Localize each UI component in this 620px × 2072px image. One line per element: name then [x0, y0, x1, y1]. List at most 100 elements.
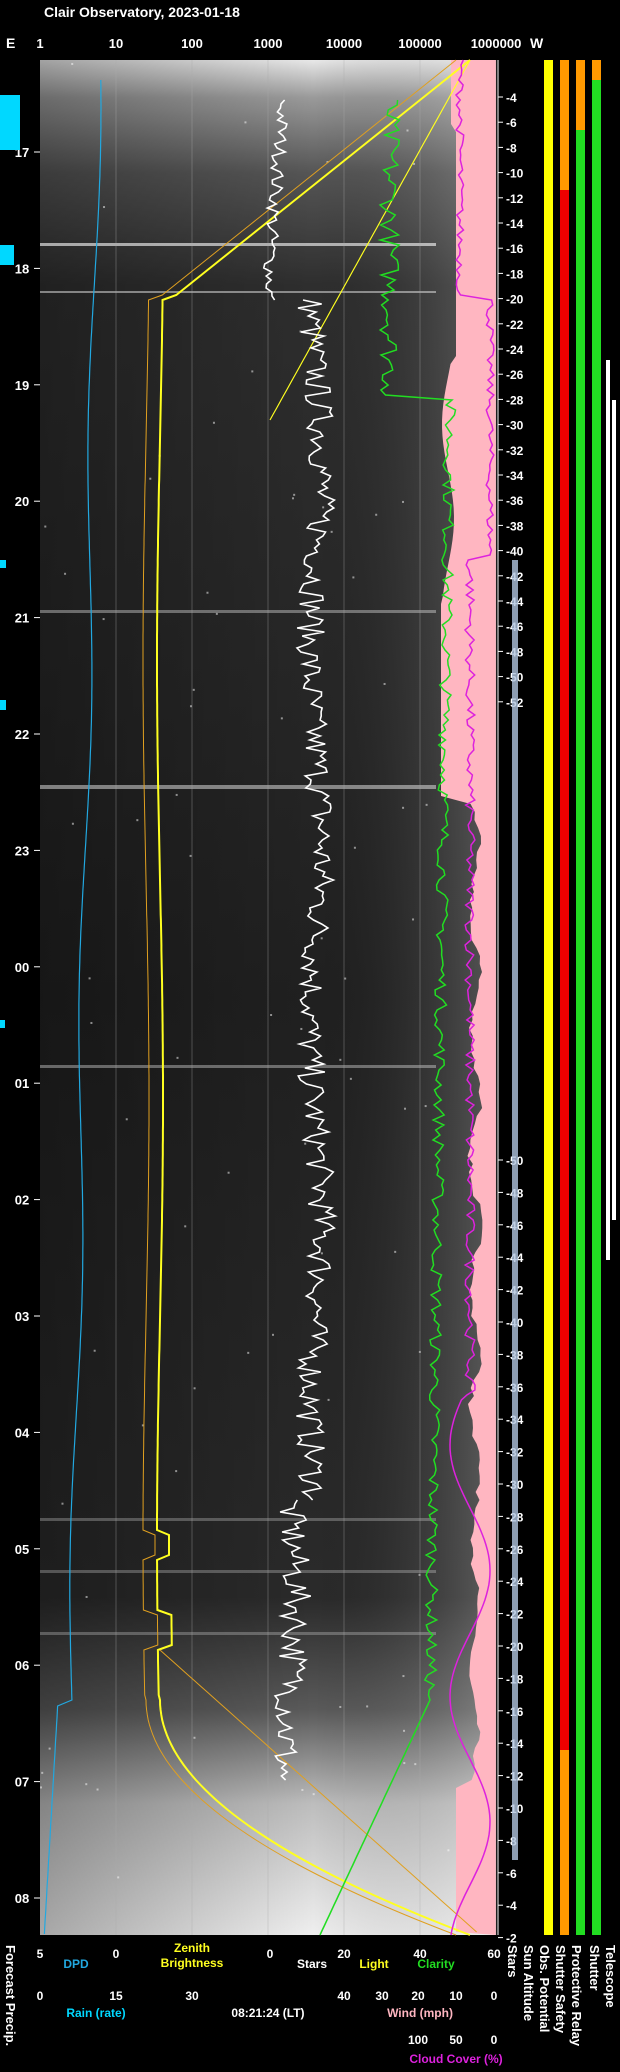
top-tick-10: 10 — [109, 36, 123, 51]
sky-streak-5 — [40, 1518, 436, 1521]
star-speck-42 — [71, 822, 74, 825]
sun-label-top-9: -22 — [506, 318, 524, 332]
bottom-axes: 5 0 DPD Zenith Brightness 0 Stars 20 Lig… — [37, 1941, 503, 2066]
top-tick-1000: 1000 — [254, 36, 283, 51]
star-speck-4 — [349, 1077, 352, 1080]
sun-label-top-15: -34 — [506, 469, 524, 483]
top-tick-10000: 10000 — [326, 36, 362, 51]
star-speck-33 — [394, 1250, 397, 1253]
forecast-precip-bar-1 — [0, 245, 14, 265]
protective-relay-bar — [592, 60, 601, 1935]
star-speck-14 — [414, 1763, 417, 1766]
star-speck-18 — [215, 612, 218, 615]
sun-altitude-axis: -4 -6 -8 -10 -12 -14 -16 -18 -20 -22 -24 -26 -28 -30 -… — [497, 60, 524, 1946]
shutter-safety-bar — [576, 60, 585, 1935]
cloud-tick-100: 100 — [408, 2033, 428, 2047]
sun-label-top-4: -12 — [506, 192, 524, 206]
wind-tick-20: 20 — [411, 1989, 425, 2003]
star-speck-6 — [375, 513, 378, 516]
wind-tick-30: 30 — [375, 1989, 389, 2003]
star-speck-20 — [339, 1705, 342, 1708]
cloud-tick-50: 50 — [449, 2033, 463, 2047]
sun-label-top-18: -40 — [506, 545, 524, 559]
sun-label-top-8: -20 — [506, 293, 524, 307]
star-speck-30 — [176, 1056, 179, 1059]
sky-streak-1 — [40, 291, 436, 293]
sun-label-top-5: -14 — [506, 217, 524, 231]
top-tick-100: 100 — [181, 36, 203, 51]
rain-tick-0: 0 — [37, 1989, 44, 2003]
stars-axis-label: Stars — [297, 1957, 327, 1971]
cloud-tick-0: 0 — [491, 2033, 498, 2047]
protective-relay-label: Protective Relay — [569, 1945, 584, 2047]
star-speck-36 — [425, 803, 428, 806]
observatory-chart: Clair Observatory, 2023-01-18 E W 1 10 100… — [0, 4, 618, 2066]
dpd-label: DPD — [63, 1957, 89, 1971]
star-speck-58 — [88, 977, 91, 980]
sun-label-top-3: -10 — [506, 167, 524, 181]
rain-tick-15: 15 — [109, 1989, 123, 2003]
shutter-safety-orange — [576, 60, 585, 130]
star-speck-65 — [125, 1118, 128, 1121]
star-speck-69 — [85, 1783, 88, 1786]
stars-vertical-label: Stars — [505, 1945, 520, 1978]
star-speck-11 — [90, 1021, 93, 1024]
sun-label-top-13: -30 — [506, 419, 524, 433]
star-speck-77 — [136, 819, 139, 822]
forecast-precip-bar-4 — [0, 1020, 5, 1028]
star-speck-22 — [270, 1014, 273, 1017]
sun-label-top-0: -4 — [506, 91, 517, 105]
star-speck-28 — [206, 591, 209, 594]
star-speck-79 — [184, 1225, 187, 1228]
star-speck-43 — [103, 206, 106, 209]
west-label: W — [530, 35, 544, 51]
sun-label-top-6: -16 — [506, 242, 524, 256]
sun-label-top-11: -26 — [506, 368, 524, 382]
sun-label-bottom-24: -2 — [506, 1932, 517, 1946]
star-speck-24 — [413, 162, 416, 165]
sky-streak-7 — [40, 1632, 436, 1635]
star-speck-40 — [366, 1705, 369, 1708]
time-label-18: 18 — [15, 261, 29, 276]
light-tick-20: 20 — [337, 1947, 351, 1961]
status-bars — [512, 60, 616, 1935]
star-speck-50 — [352, 576, 355, 579]
stars-column-bar — [512, 560, 518, 1860]
wind-tick-0: 0 — [491, 1989, 498, 2003]
sun-label-bottom-23: -4 — [506, 1899, 517, 1913]
sky-streak-4 — [40, 1065, 436, 1068]
star-speck-49 — [403, 1762, 406, 1765]
star-speck-38 — [280, 717, 283, 720]
forecast-precip-bar-0 — [0, 95, 20, 150]
star-speck-66 — [61, 1502, 64, 1505]
time-label-04: 04 — [15, 1425, 30, 1440]
star-speck-72 — [402, 1675, 405, 1678]
clarity-tick-60: 60 — [487, 1947, 501, 1961]
light-label: Light — [359, 1957, 388, 1971]
rain-tick-30: 30 — [185, 1989, 199, 2003]
sun-label-top-14: -32 — [506, 444, 524, 458]
sun-label-top-7: -18 — [506, 267, 524, 281]
sky-streak-6 — [40, 1570, 436, 1573]
star-speck-78 — [404, 1107, 407, 1110]
wind-tick-40: 40 — [337, 1989, 351, 2003]
star-speck-19 — [424, 1105, 427, 1108]
star-speck-63 — [271, 1333, 274, 1336]
star-speck-73 — [447, 1849, 450, 1852]
star-speck-7 — [193, 1387, 196, 1390]
star-speck-32 — [412, 918, 415, 921]
chart-title: Clair Observatory, 2023-01-18 — [44, 4, 240, 20]
time-label-01: 01 — [15, 1076, 29, 1091]
star-speck-39 — [175, 793, 178, 796]
telescope-active-bar — [612, 400, 616, 1220]
clarity-label: Clarity — [417, 1957, 455, 1971]
star-speck-9 — [320, 937, 323, 940]
rain-label: Rain (rate) — [66, 2006, 125, 2020]
star-speck-62 — [117, 1876, 120, 1879]
star-speck-60 — [301, 1788, 304, 1791]
time-label-08: 08 — [15, 1891, 29, 1906]
star-speck-46 — [227, 1171, 230, 1174]
sun-altitude-label: Sun Altitude — [521, 1945, 536, 2021]
star-speck-25 — [189, 705, 192, 708]
sun-label-top-12: -28 — [506, 393, 524, 407]
